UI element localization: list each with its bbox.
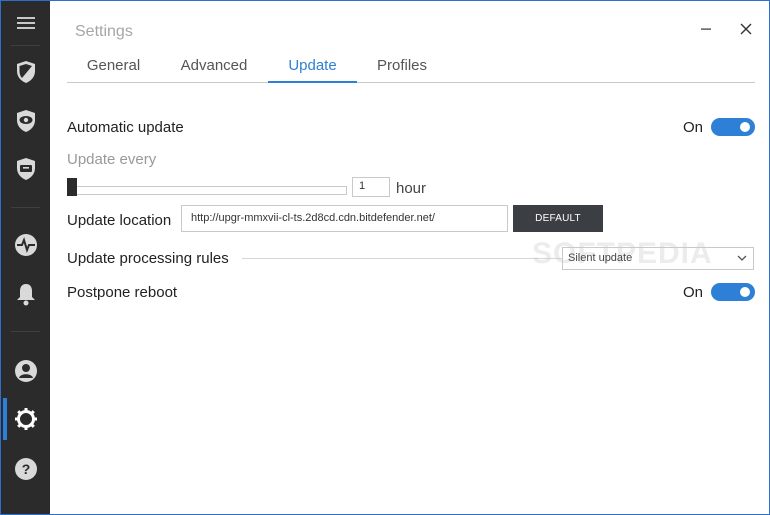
sidebar-separator <box>11 331 40 332</box>
sidebar-separator <box>11 45 40 46</box>
user-icon <box>14 360 37 382</box>
sidebar-item-privacy[interactable] <box>1 99 50 143</box>
page-title: Settings <box>75 23 133 40</box>
gear-icon <box>14 408 37 430</box>
update-location-label: Update location <box>67 212 172 229</box>
close-button[interactable] <box>734 17 758 41</box>
menu-icon <box>16 17 35 29</box>
settings-tabs: General Advanced Update Profiles <box>67 57 755 83</box>
automatic-update-label: Automatic update <box>67 119 184 136</box>
close-icon <box>740 23 752 35</box>
toggle-knob <box>740 287 750 297</box>
tab-update[interactable]: Update <box>268 57 357 83</box>
postpone-reboot-toggle[interactable]: On <box>683 283 755 301</box>
default-button[interactable]: DEFAULT <box>513 205 603 232</box>
settings-window: ? Settings General Advanced Update Profi… <box>0 0 770 515</box>
tab-general[interactable]: General <box>67 57 160 83</box>
menu-button[interactable] <box>1 1 50 45</box>
sidebar-item-protection[interactable] <box>1 50 50 94</box>
sidebar: ? <box>1 1 50 514</box>
tab-profiles[interactable]: Profiles <box>361 57 443 83</box>
toggle-knob <box>740 122 750 132</box>
svg-text:?: ? <box>21 461 30 477</box>
tv-shield-icon <box>16 158 35 180</box>
update-processing-rules-select[interactable]: Silent update <box>562 247 754 270</box>
activity-icon <box>14 234 37 256</box>
update-interval-input[interactable]: 1 <box>352 177 390 197</box>
bell-icon <box>16 284 35 306</box>
automatic-update-state: On <box>682 118 703 136</box>
eye-shield-icon <box>16 110 35 132</box>
sidebar-separator <box>11 207 40 208</box>
help-icon: ? <box>14 458 37 480</box>
tab-advanced[interactable]: Advanced <box>164 57 264 83</box>
sidebar-item-tools[interactable] <box>1 147 50 191</box>
row-leader-line <box>242 258 562 259</box>
update-interval-unit: hour <box>396 180 427 197</box>
toggle-switch[interactable] <box>711 118 755 136</box>
sidebar-item-activity[interactable] <box>1 223 50 267</box>
minimize-button[interactable] <box>694 17 718 41</box>
sidebar-item-notifications[interactable] <box>1 272 50 316</box>
postpone-reboot-state: On <box>682 283 703 301</box>
update-processing-rules-label: Update processing rules <box>67 250 229 267</box>
update-location-input[interactable]: http://upgr-mmxvii-cl-ts.2d8cd.cdn.bitde… <box>181 205 508 232</box>
sidebar-item-settings[interactable] <box>1 397 50 441</box>
update-interval-slider[interactable] <box>67 178 347 196</box>
sidebar-item-help[interactable]: ? <box>1 447 50 491</box>
update-every-label: Update every <box>67 151 157 168</box>
minimize-icon <box>701 28 711 30</box>
chevron-down-icon <box>737 255 747 261</box>
settings-content: Settings General Advanced Update Profile… <box>50 1 769 514</box>
automatic-update-toggle[interactable]: On <box>683 118 755 136</box>
slider-thumb[interactable] <box>67 178 77 196</box>
sidebar-item-account[interactable] <box>1 349 50 393</box>
shield-icon <box>16 61 35 83</box>
slider-track <box>71 186 347 195</box>
toggle-switch[interactable] <box>711 283 755 301</box>
postpone-reboot-label: Postpone reboot <box>67 284 178 301</box>
select-value: Silent update <box>568 252 633 264</box>
